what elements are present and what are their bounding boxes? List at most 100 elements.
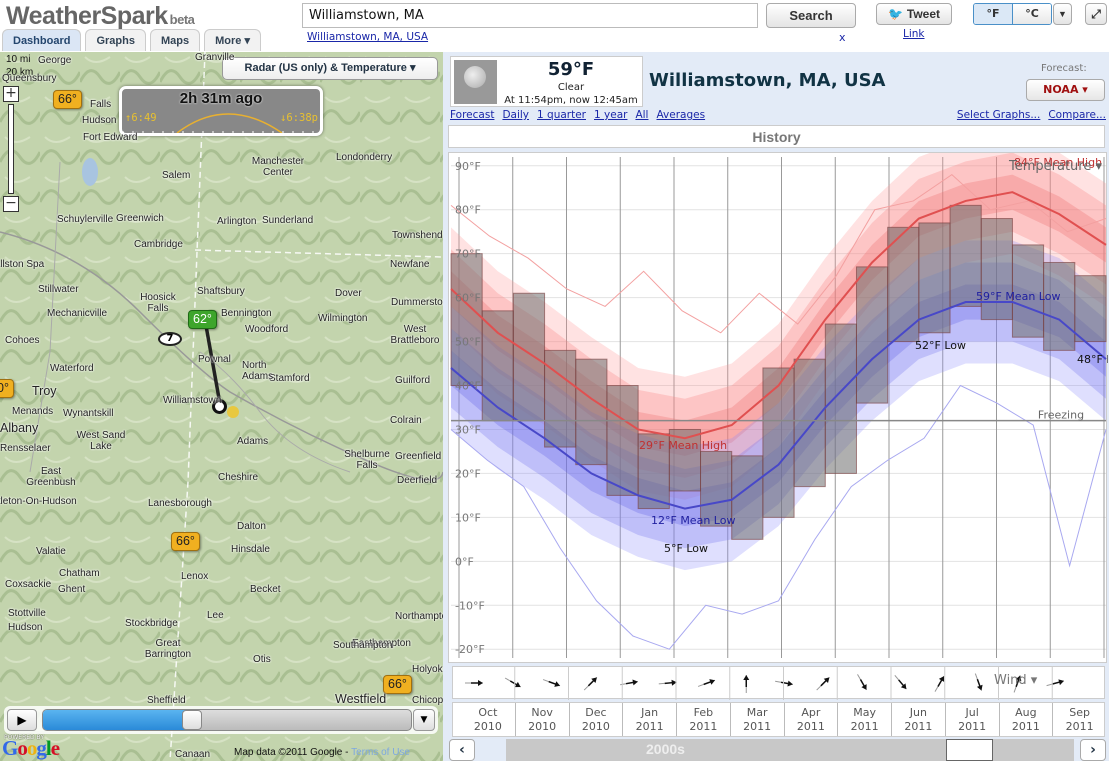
tab-dashboard[interactable]: Dashboard	[2, 29, 82, 51]
current-conditions-card: 59°F Clear At 11:54pm, now 12:45am	[450, 56, 643, 107]
link-averages[interactable]: Averages	[656, 109, 705, 121]
place-label: Londonderry	[336, 152, 393, 163]
tweet-button[interactable]: 🐦 Tweet	[876, 3, 952, 25]
place-label: Sheffield	[147, 695, 186, 706]
wind-graph-dropdown[interactable]: Wind ▾	[994, 673, 1037, 688]
tab-graphs[interactable]: Graphs	[85, 29, 146, 51]
wind-arrow-icon	[583, 676, 598, 691]
zoom-out-button[interactable]: −	[3, 196, 19, 212]
month-label: Apr 2011	[783, 703, 838, 736]
y-tick-label: 40°F	[455, 380, 481, 393]
place-label: Schuylerville	[57, 214, 114, 225]
wind-arrow-icon	[504, 677, 521, 688]
temperature-badge[interactable]: 0°	[0, 379, 14, 398]
share-link[interactable]: Link	[903, 28, 925, 40]
unit-toggle: °F °C	[973, 3, 1052, 25]
place-label: Queensbury	[2, 73, 57, 84]
wind-arrow-icon	[1046, 679, 1065, 687]
unit-fahrenheit[interactable]: °F	[974, 4, 1013, 24]
link-daily[interactable]: Daily	[502, 109, 529, 121]
search-input[interactable]	[302, 3, 758, 28]
place-label: Granville	[195, 52, 235, 63]
place-label: Mechanicville	[47, 308, 108, 319]
place-label: Cohoes	[5, 335, 40, 346]
map-layer-dropdown[interactable]: Radar (US only) & Temperature ▾	[222, 57, 438, 80]
place-label: Holyoke	[412, 664, 443, 675]
tweet-label: Tweet	[906, 7, 941, 21]
place-label: Greenwich	[116, 213, 164, 224]
place-label: Salem	[162, 170, 191, 181]
playback-thumb[interactable]	[182, 710, 203, 730]
place-label: Menands	[12, 406, 54, 417]
wind-arrow-icon	[697, 679, 716, 687]
temperature-chart[interactable]: Freezing 90°F 80°F 70°F 60°F 50°F 40°F 30°F 20°F…	[448, 130, 1109, 663]
weekly-range-bar	[731, 455, 764, 540]
place-label: Rensselaer	[0, 443, 51, 454]
twitter-bird-icon: 🐦	[887, 7, 903, 21]
wind-arrow-icon	[816, 676, 830, 691]
temperature-badge[interactable]: 66°	[171, 532, 200, 551]
y-tick-label: 80°F	[455, 204, 481, 217]
place-label: Hudson	[8, 622, 43, 633]
clear-search-link[interactable]: x	[839, 31, 846, 44]
chart-annotation: 5°F Low	[664, 542, 708, 555]
link-1-quarter[interactable]: 1 quarter	[537, 109, 586, 121]
decade-timeline[interactable]: 2000s	[506, 739, 1074, 761]
month-label: Aug 2011	[998, 703, 1053, 736]
link-forecast[interactable]: Forecast	[450, 109, 494, 121]
place-label: Ghent	[58, 584, 86, 595]
forecast-source-dropdown[interactable]: NOAA ▾	[1026, 79, 1105, 101]
unit-celsius[interactable]: °C	[1013, 4, 1051, 24]
logo[interactable]: WeatherSpark beta	[6, 2, 195, 31]
fullscreen-icon[interactable]: ⤢	[1085, 3, 1107, 25]
place-label: Dummerston	[391, 297, 443, 308]
graph-links: Select Graphs... Compare...	[949, 109, 1106, 121]
place-label: Coxsackie	[5, 579, 52, 590]
zoom-slider[interactable]	[8, 104, 14, 194]
map[interactable]: 10 mi 20 km + − Radar (US only) & Tempera…	[0, 52, 443, 761]
sun-position-marker	[227, 406, 239, 418]
temperature-badge-current[interactable]: 62°	[188, 310, 217, 329]
terms-of-use-link[interactable]: Terms of Use	[351, 747, 410, 758]
next-period-button[interactable]: ›	[1080, 739, 1106, 761]
temperature-badge[interactable]: 66°	[53, 90, 82, 109]
search-button[interactable]: Search	[766, 3, 856, 28]
sunset-time: ↓6:38p	[280, 112, 318, 124]
chart-annotation: 12°F Mean Low	[651, 514, 735, 527]
tab-maps[interactable]: Maps	[149, 29, 201, 51]
playback-slider[interactable]	[42, 709, 412, 731]
tab-more[interactable]: More ▾	[204, 29, 261, 51]
play-button[interactable]: ▶	[7, 709, 37, 731]
units-dropdown-button[interactable]: ▼	[1053, 3, 1072, 25]
month-label: Mar 2011	[729, 703, 784, 736]
decade-label: 2000s	[646, 741, 685, 757]
timeline-window-handle[interactable]	[946, 739, 993, 761]
zoom-in-button[interactable]: +	[3, 86, 19, 102]
wind-arrow-icon	[542, 679, 561, 687]
place-label: Cambridge	[134, 239, 183, 250]
chart-annotation: 48°F Low	[1077, 353, 1108, 366]
wind-strip[interactable]: Wind ▾	[452, 666, 1105, 700]
decade-navigator: ‹ 2000s ›	[449, 739, 1106, 761]
weekly-range-bar	[762, 367, 795, 518]
link-1-year[interactable]: 1 year	[594, 109, 627, 121]
select-graphs-link[interactable]: Select Graphs...	[957, 109, 1040, 121]
place-label: Shaftsbury	[197, 286, 245, 297]
temperature-badge[interactable]: 66°	[383, 675, 412, 694]
month-label: Oct 2010	[473, 706, 502, 733]
compare-link[interactable]: Compare...	[1048, 109, 1106, 121]
playback-options-dropdown[interactable]: ▼	[413, 709, 435, 731]
previous-period-button[interactable]: ‹	[449, 739, 475, 761]
current-temperature: 59°F	[547, 59, 595, 80]
y-tick-label: 30°F	[455, 423, 481, 436]
chart-type-dropdown[interactable]: Temperature ▾	[1008, 159, 1102, 174]
radar-playback-bar: ▶ ▼	[4, 706, 438, 734]
place-label: Chicopee	[412, 695, 443, 706]
place-label: Dalton	[237, 521, 266, 532]
place-label: Shelburne Falls	[344, 449, 390, 471]
weekly-range-bar	[855, 266, 889, 404]
search-suggestion-link[interactable]: Williamstown, MA, USA	[307, 31, 428, 43]
link-all[interactable]: All	[635, 109, 648, 121]
place-label: Hudson	[82, 115, 117, 126]
google-logo[interactable]: Google	[2, 736, 60, 761]
